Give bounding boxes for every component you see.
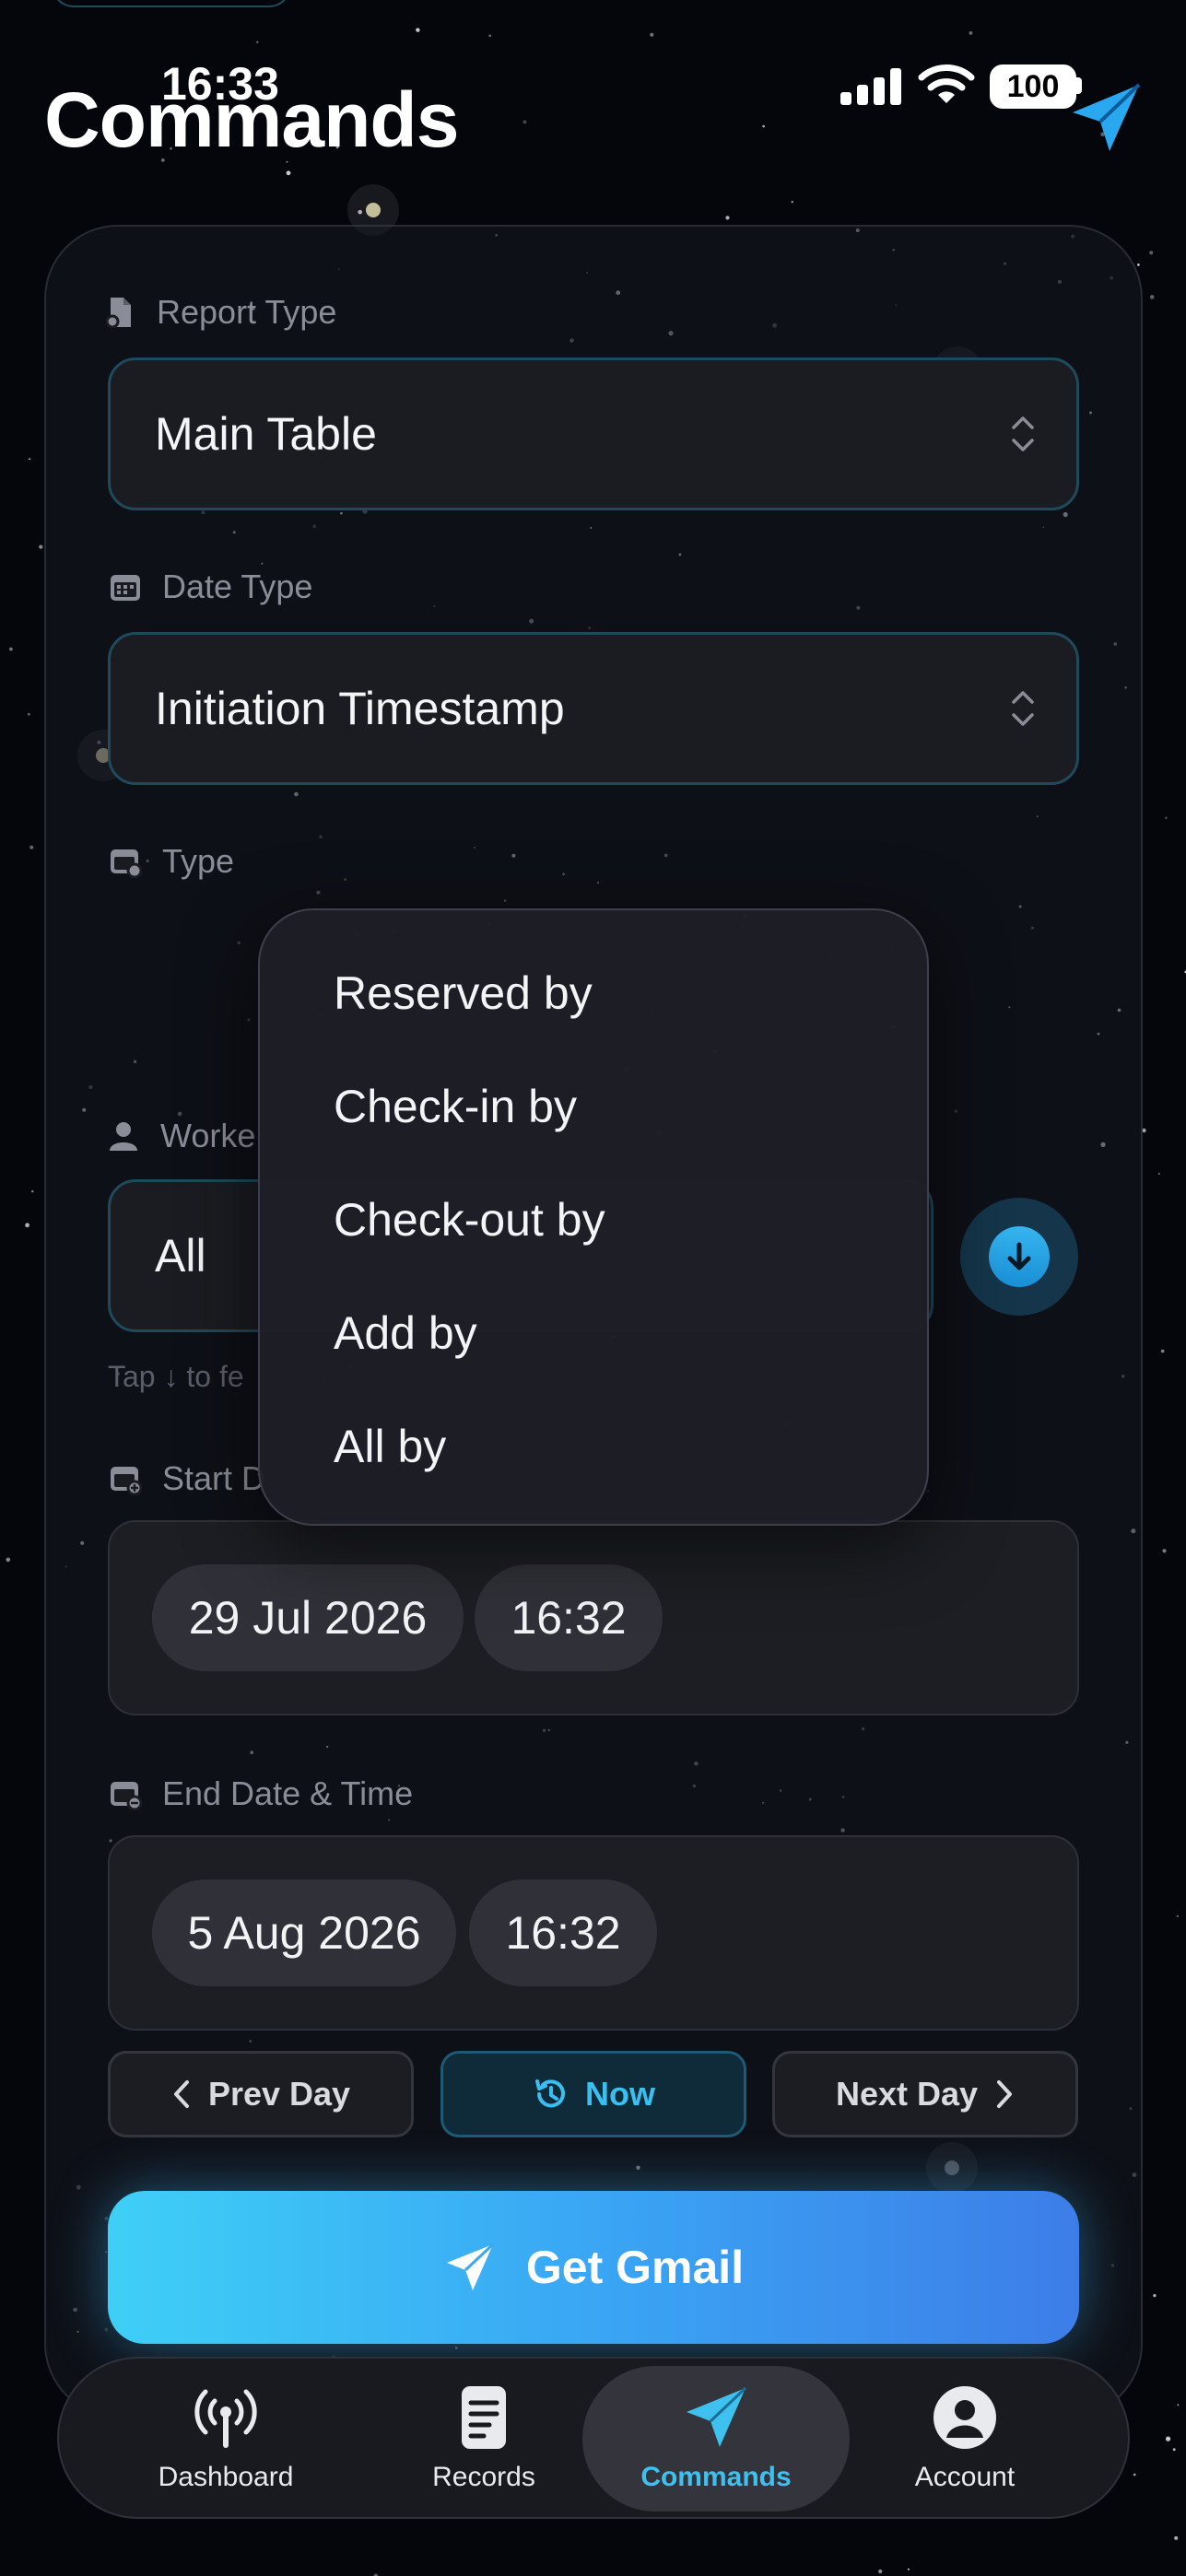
document-icon	[462, 2386, 506, 2449]
fetch-workers-button[interactable]	[960, 1198, 1078, 1316]
end-time-picker[interactable]: 16:32	[469, 1879, 657, 1986]
end-datetime-panel: 5 Aug 2026 16:32	[108, 1835, 1079, 2031]
chevron-right-icon	[997, 2080, 1013, 2108]
paper-plane-icon	[687, 2386, 747, 2447]
person-circle-icon	[934, 2386, 996, 2449]
paper-plane-icon[interactable]	[1069, 81, 1143, 155]
menu-item-check-in-by[interactable]: Check-in by	[260, 1049, 927, 1163]
tab-commands[interactable]: Commands	[582, 2366, 850, 2512]
get-gmail-button[interactable]: Get Gmail	[108, 2191, 1079, 2344]
clock-history-icon	[535, 2079, 565, 2108]
menu-item-add-by[interactable]: Add by	[260, 1276, 927, 1389]
now-button[interactable]: Now	[440, 2051, 746, 2137]
calendar-icon	[111, 575, 140, 601]
battery-indicator: 100	[990, 64, 1076, 109]
paper-plane-icon	[446, 2242, 494, 2290]
date-type-select[interactable]: Initiation Timestamp	[108, 632, 1079, 785]
chevron-up-down-icon	[1012, 691, 1034, 726]
prev-day-button[interactable]: Prev Day	[108, 2051, 414, 2137]
status-time: 16:33	[161, 58, 279, 110]
chevron-left-icon	[173, 2080, 189, 2108]
tab-account[interactable]: Account	[831, 2366, 1098, 2512]
end-date-label: End Date & Time	[109, 1774, 413, 1813]
date-type-value: Initiation Timestamp	[155, 683, 565, 734]
person-icon	[110, 1122, 137, 1151]
worker-value: All	[155, 1230, 206, 1282]
tab-bar: Dashboard Records Commands Account	[57, 2357, 1130, 2519]
menu-item-check-out-by[interactable]: Check-out by	[260, 1163, 927, 1276]
end-date-picker[interactable]: 5 Aug 2026	[152, 1879, 456, 1986]
menu-item-all-by[interactable]: All by	[260, 1389, 927, 1503]
report-type-label: Report Type	[103, 293, 336, 332]
scrolled-header-remnant	[52, 0, 291, 7]
date-type-label: Date Type	[109, 568, 312, 606]
tab-dashboard[interactable]: Dashboard	[92, 2366, 359, 2512]
antenna-icon	[194, 2389, 257, 2448]
next-day-button[interactable]: Next Day	[772, 2051, 1078, 2137]
calendar-plus-icon	[111, 1467, 142, 1495]
start-date-label: Start D	[109, 1459, 265, 1498]
tab-records[interactable]: Records	[350, 2366, 617, 2512]
start-date-picker[interactable]: 29 Jul 2026	[152, 1564, 464, 1671]
worker-label: Worke	[107, 1117, 255, 1155]
type-label: Type	[109, 842, 234, 881]
arrow-down-icon	[989, 1226, 1050, 1287]
menu-item-reserved-by[interactable]: Reserved by	[260, 936, 927, 1049]
file-gear-icon	[105, 298, 131, 329]
report-type-select[interactable]: Main Table	[108, 357, 1079, 510]
type-dropdown-menu: Reserved by Check-in by Check-out by Add…	[258, 908, 929, 1526]
calendar-minus-icon	[111, 1782, 142, 1810]
worker-hint: Tap ↓ to fe	[108, 1360, 244, 1393]
cellular-signal-icon	[840, 66, 901, 105]
start-time-picker[interactable]: 16:32	[475, 1564, 663, 1671]
chevron-up-down-icon	[1012, 416, 1034, 451]
calendar-badge-icon	[111, 849, 142, 878]
start-datetime-panel: 29 Jul 2026 16:32	[108, 1520, 1079, 1715]
report-type-value: Main Table	[155, 408, 377, 460]
wifi-icon	[918, 64, 975, 103]
